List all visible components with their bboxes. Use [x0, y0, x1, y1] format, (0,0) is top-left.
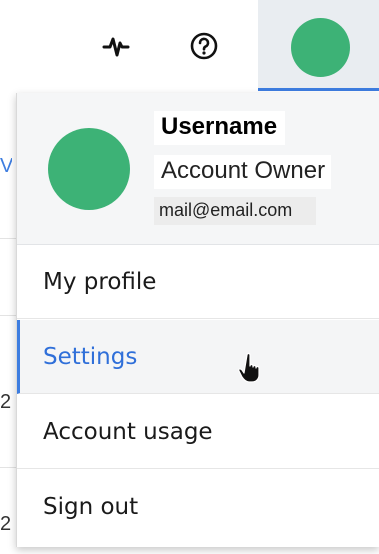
menu-item-label: Account usage: [43, 418, 213, 445]
question-circle-icon: [190, 32, 218, 60]
menu-item-my-profile[interactable]: My profile: [17, 245, 379, 319]
top-bar: [0, 0, 379, 93]
avatar: [48, 128, 130, 210]
background-text: 2: [0, 513, 12, 535]
username: Username: [154, 111, 286, 145]
menu-item-label: My profile: [43, 268, 157, 295]
background-page-edge: V 2 2: [0, 93, 16, 554]
menu-item-account-usage[interactable]: Account usage: [17, 395, 379, 469]
avatar: [291, 18, 350, 77]
menu-item-label: Sign out: [43, 494, 139, 520]
account-dropdown-menu: Username Account Owner mail@email.com My…: [16, 93, 379, 547]
activity-pulse-icon: [102, 37, 130, 57]
background-text: V: [0, 155, 12, 177]
menu-item-settings[interactable]: Settings: [17, 320, 379, 394]
activity-button[interactable]: [98, 28, 134, 64]
background-text: 2: [0, 391, 12, 413]
help-button[interactable]: [186, 28, 222, 64]
background-divider: [0, 238, 16, 239]
background-divider: [0, 467, 16, 468]
account-role: Account Owner: [154, 155, 332, 189]
menu-item-label: Settings: [43, 343, 138, 370]
menu-item-sign-out[interactable]: Sign out: [17, 470, 379, 544]
account-header: Username Account Owner mail@email.com: [17, 93, 379, 245]
background-divider: [0, 315, 16, 316]
account-menu-toggle[interactable]: [258, 0, 379, 91]
account-email: mail@email.com: [154, 197, 317, 225]
